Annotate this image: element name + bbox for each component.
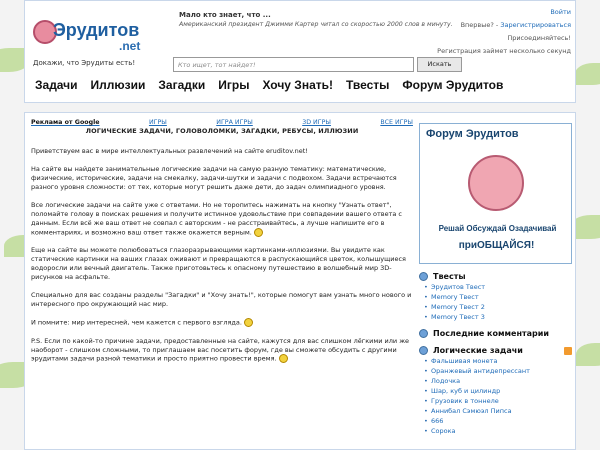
- intro-paragraph: Приветствуем вас в мире интеллектуальных…: [31, 147, 308, 155]
- registration-note: Регистрация займет несколько секунд: [437, 47, 571, 55]
- nav-item-riddles[interactable]: Загадки: [158, 78, 205, 92]
- tvesty-item[interactable]: Memory Твест 3: [424, 313, 572, 321]
- remember-paragraph: И помните: мир интересней, чем кажется с…: [31, 318, 413, 328]
- logo-tagline: Докажи, что Эрудиты есть!: [33, 59, 136, 67]
- site-header: Эрудитов .net Докажи, что Эрудиты есть! …: [24, 0, 576, 103]
- ad-link-3d-games[interactable]: 3D ИГРЫ: [302, 119, 331, 126]
- smile-icon: [278, 354, 288, 364]
- smile-icon: [244, 318, 254, 328]
- ad-link-games[interactable]: ИГРЫ: [149, 119, 167, 126]
- site-logo[interactable]: Эрудитов .net Докажи, что Эрудиты есть!: [33, 20, 171, 74]
- ad-bar: Реклама от Google ИГРЫ ИГРА ИГРЫ 3D ИГРЫ…: [31, 119, 413, 135]
- logic-task-item[interactable]: Оранжевый антидепрессант: [424, 367, 572, 375]
- forum-banner[interactable]: Форум Эрудитов Решай Обсуждай Озадачивай…: [419, 123, 572, 264]
- logic-task-item[interactable]: 666: [424, 417, 572, 425]
- logic-task-item[interactable]: Фальшивая монета: [424, 357, 572, 365]
- right-sidebar: Форум Эрудитов Решай Обсуждай Озадачивай…: [419, 119, 572, 435]
- first-time-label: Впервые? -: [460, 21, 499, 29]
- ad-link-game-games[interactable]: ИГРА ИГРЫ: [216, 119, 253, 126]
- account-panel: Войти Впервые? - Зарегистрироваться Прис…: [437, 6, 571, 58]
- logic-tasks-heading: Логические задачи: [433, 346, 523, 355]
- logo-title: Эрудитов: [53, 20, 140, 40]
- tvesty-section: Твесты Эрудитов Твест Memory Твест Memor…: [419, 272, 572, 321]
- logic-task-item[interactable]: Аннибал Сэмюэл Пипса: [424, 407, 572, 415]
- nav-item-games[interactable]: Игры: [218, 78, 249, 92]
- nav-item-want-to-know[interactable]: Хочу Знать!: [262, 78, 333, 92]
- main-navigation: Задачи Иллюзии Загадки Игры Хочу Знать! …: [35, 78, 503, 92]
- decorative-leaf: [575, 63, 600, 85]
- comments-section: Последние комментарии: [419, 329, 572, 338]
- comments-icon: [419, 329, 428, 338]
- tvesty-item[interactable]: Memory Твест: [424, 293, 572, 301]
- rss-icon[interactable]: [564, 346, 572, 355]
- illusions-paragraph: Еще на сайте вы можете полюбоваться глаз…: [31, 246, 406, 282]
- answers-paragraph: Все логические задачи на сайте уже с отв…: [31, 200, 402, 237]
- main-panel: Реклама от Google ИГРЫ ИГРА ИГРЫ 3D ИГРЫ…: [24, 112, 576, 450]
- tvesty-item[interactable]: Эрудитов Твест: [424, 283, 572, 291]
- nav-item-forum[interactable]: Форум Эрудитов: [402, 78, 503, 92]
- ad-link-all-games[interactable]: ВСЕ ИГРЫ: [380, 119, 413, 126]
- forum-banner-subtitle: Решай Обсуждай Озадачивай: [438, 224, 557, 233]
- search-button[interactable]: Искать: [417, 57, 462, 72]
- logic-tasks-icon: [419, 346, 428, 355]
- logic-tasks-section: Логические задачи Фальшивая монета Оранж…: [419, 346, 572, 435]
- page-subheading: ЛОГИЧЕСКИЕ ЗАДАЧИ, ГОЛОВОЛОМКИ, ЗАГАДКИ,…: [85, 127, 359, 135]
- ads-label[interactable]: Реклама от Google: [31, 119, 100, 126]
- smile-icon: [253, 227, 263, 237]
- brain-robot-icon: [468, 155, 524, 211]
- logo-domain: .net: [119, 39, 141, 53]
- ps-paragraph: P.S. Если по какой-то причине задачи, пр…: [31, 336, 410, 364]
- main-content: Приветствуем вас в мире интеллектуальных…: [31, 147, 413, 373]
- tvesty-item[interactable]: Memory Твест 2: [424, 303, 572, 311]
- fact-title: Мало кто знает, что ...: [179, 11, 271, 19]
- tvesty-heading: Твесты: [433, 272, 466, 281]
- login-link[interactable]: Войти: [550, 8, 571, 16]
- logic-task-item[interactable]: Лодочка: [424, 377, 572, 385]
- forum-banner-title: Форум Эрудитов: [426, 128, 519, 140]
- nav-item-illusions[interactable]: Иллюзии: [91, 78, 146, 92]
- nav-item-tasks[interactable]: Задачи: [35, 78, 78, 92]
- logic-task-item[interactable]: Сорока: [424, 427, 572, 435]
- logic-task-item[interactable]: Шар, куб и цилиндр: [424, 387, 572, 395]
- tasks-paragraph: На сайте вы найдете занимательные логиче…: [31, 164, 397, 191]
- fact-text: Американский президент Джимми Картер чит…: [179, 21, 453, 28]
- register-link[interactable]: Зарегистрироваться: [500, 21, 571, 29]
- sections-paragraph: Специально для вас созданы разделы "Зага…: [31, 291, 412, 309]
- join-text: Присоединяйтесь!: [507, 34, 571, 42]
- search-input[interactable]: Кто ищет, тот найдет!: [173, 57, 414, 72]
- page-container: Эрудитов .net Докажи, что Эрудиты есть! …: [24, 0, 576, 450]
- nav-item-tvesty[interactable]: Твесты: [346, 78, 389, 92]
- forum-banner-cta: приОБЩАЙСЯ!: [458, 240, 535, 251]
- comments-heading[interactable]: Последние комментарии: [433, 329, 549, 338]
- logic-task-item[interactable]: Грузовик в тоннеле: [424, 397, 572, 405]
- tvesty-icon: [419, 272, 428, 281]
- decorative-leaf: [576, 343, 600, 366]
